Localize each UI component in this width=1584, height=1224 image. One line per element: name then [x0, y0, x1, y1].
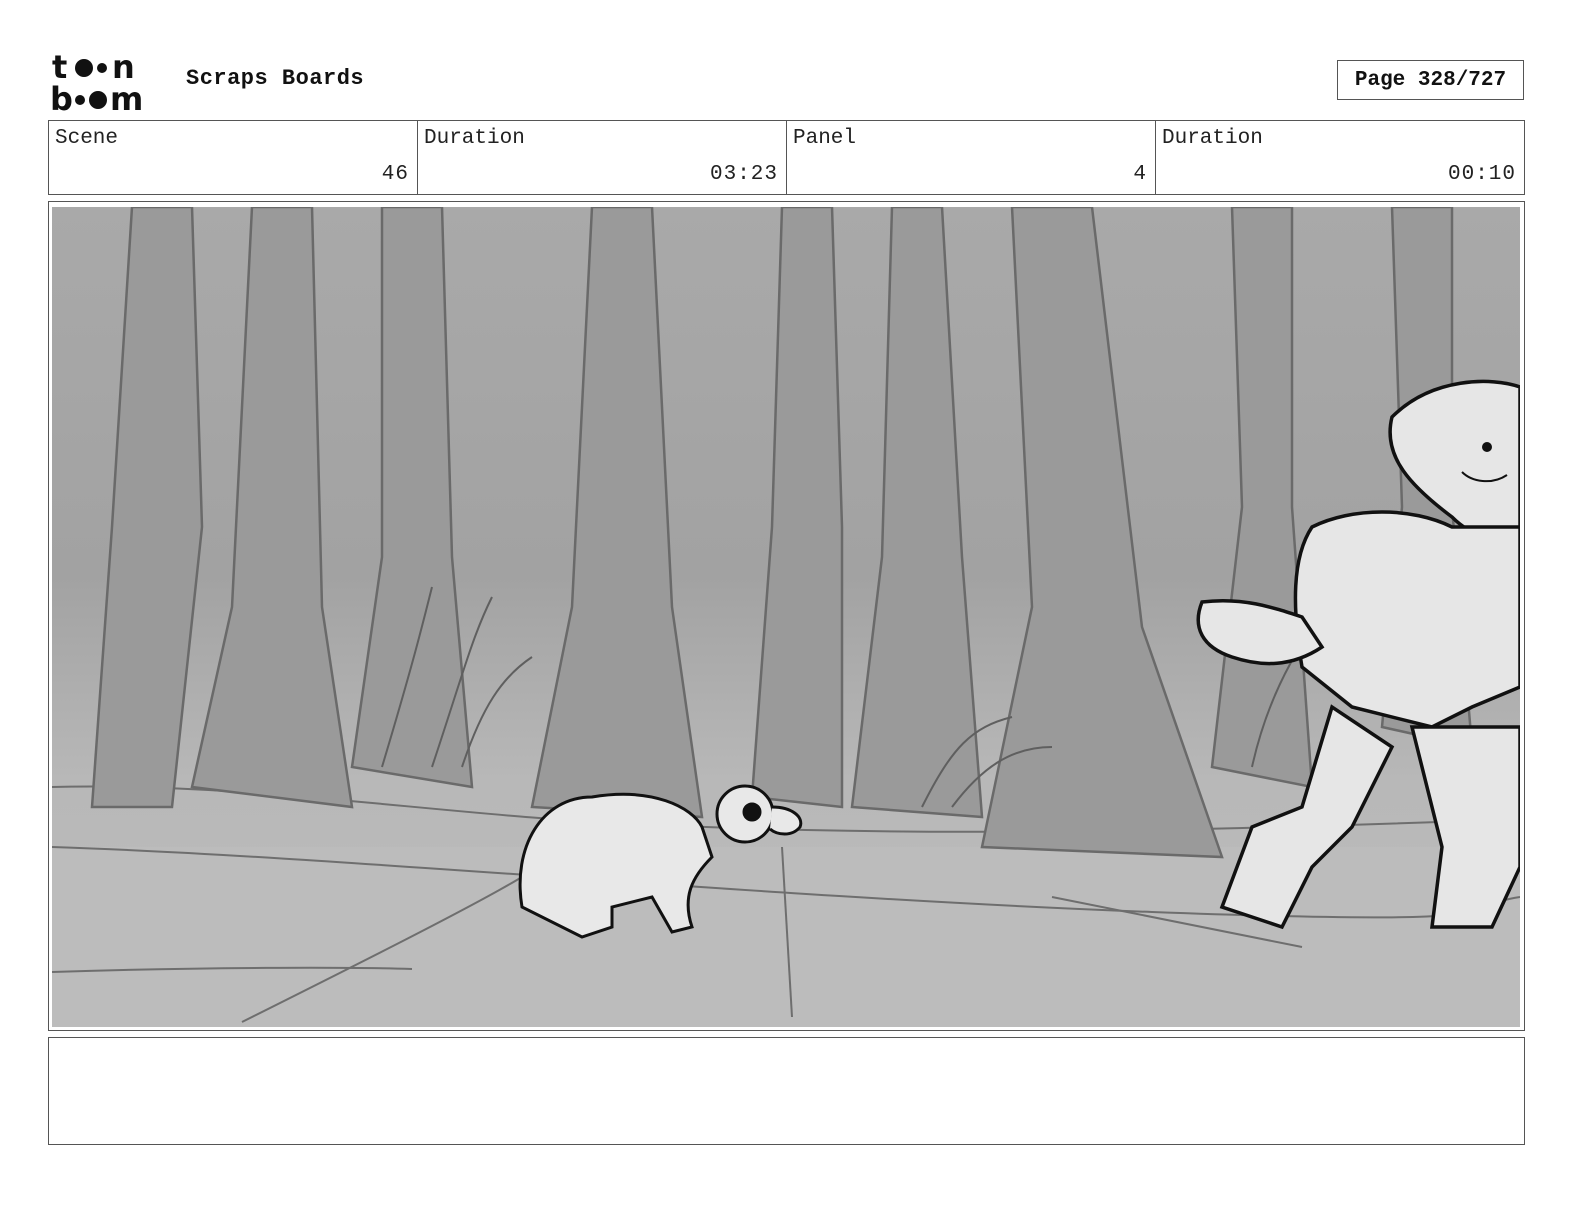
scene-duration-label: Duration [424, 127, 525, 150]
page-indicator: Page 328/727 [1337, 60, 1524, 100]
panel-duration-label: Duration [1162, 127, 1263, 150]
scene-label: Scene [55, 127, 119, 150]
panel-info-row: Scene 46 Duration 03:23 Panel 4 Duration… [48, 120, 1525, 195]
panel-duration-value: 00:10 [1447, 163, 1516, 186]
panel-duration-cell: Duration 00:10 [1156, 121, 1524, 194]
scene-value: 46 [381, 163, 409, 186]
toonboom-logo: t n b m [50, 50, 143, 114]
document-title: Scraps Boards [186, 66, 365, 91]
svg-text:b: b [50, 80, 73, 114]
panel-value: 4 [1133, 163, 1147, 186]
panel-notes-box [48, 1037, 1525, 1145]
panel-label: Panel [793, 127, 857, 150]
scene-duration-value: 03:23 [709, 163, 778, 186]
storyboard-panel-image [52, 207, 1520, 1027]
scene-cell: Scene 46 [49, 121, 418, 194]
svg-text:m: m [110, 80, 143, 114]
panel-cell: Panel 4 [787, 121, 1156, 194]
scene-duration-cell: Duration 03:23 [418, 121, 787, 194]
